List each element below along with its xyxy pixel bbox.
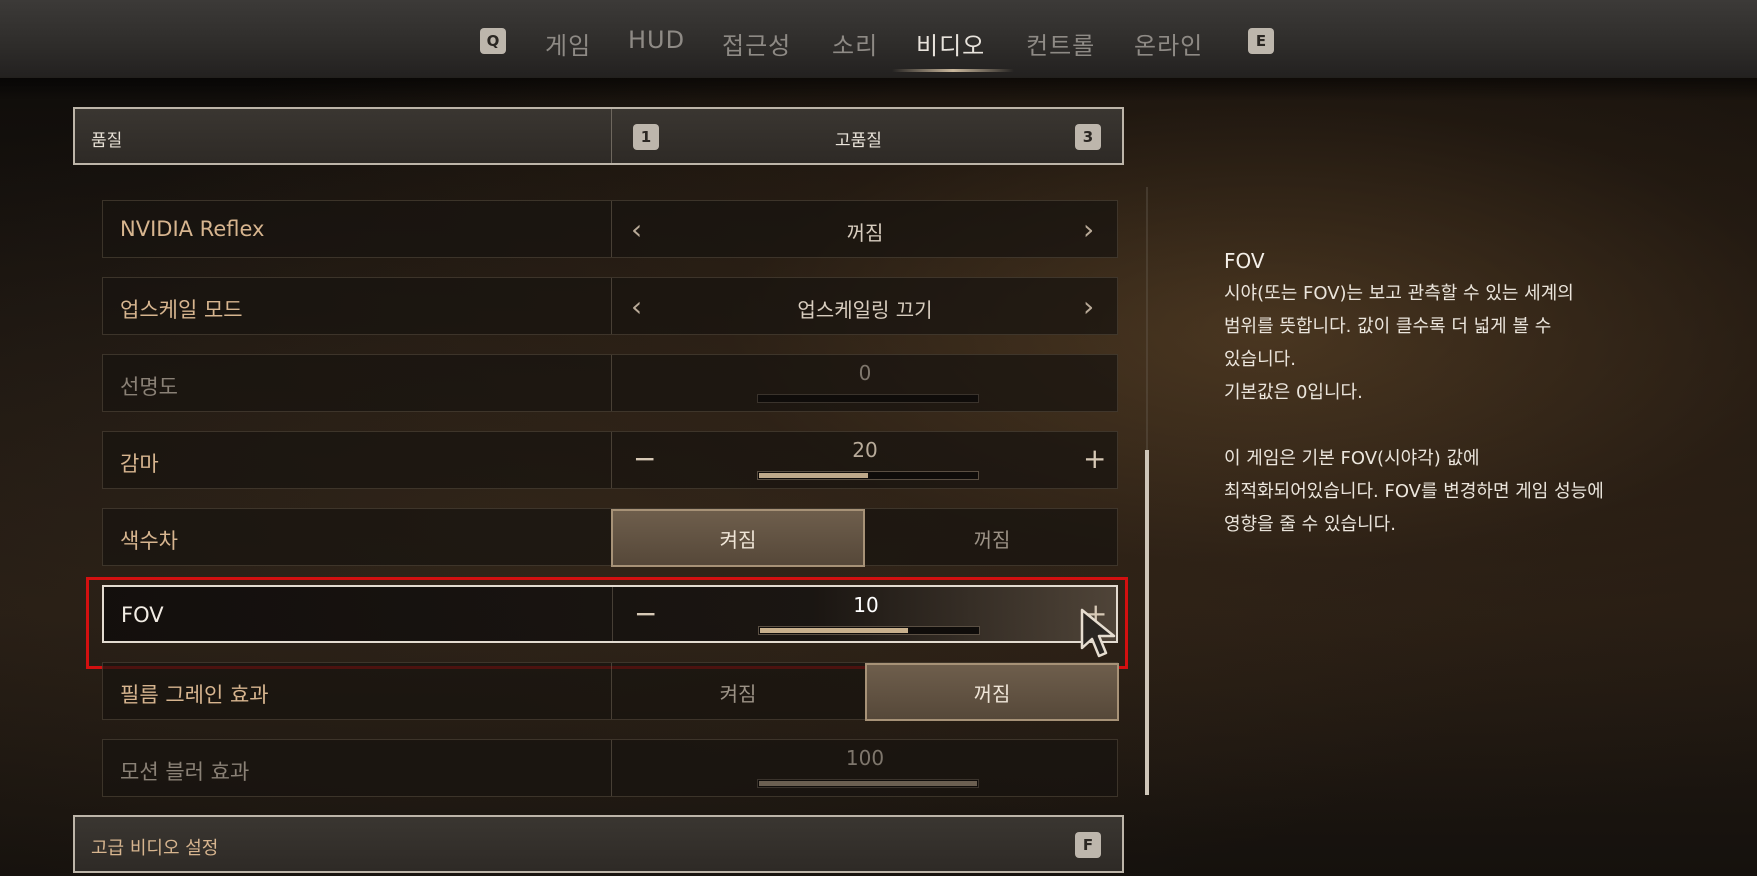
tab-strip: 게임 HUD 접근성 소리 비디오 컨트롤 온라인 xyxy=(0,26,1757,66)
setting-label: 필름 그레인 효과 xyxy=(120,683,269,707)
setting-row-nvidia-reflex[interactable]: NVIDIA Reflex ‹ 꺼짐 › xyxy=(102,200,1118,258)
tab-controls[interactable]: 컨트롤 xyxy=(1026,26,1095,61)
tab-game[interactable]: 게임 xyxy=(545,26,591,61)
description-paragraph-2: 이 게임은 기본 FOV(시야각) 값에 최적화되어있습니다. FOV를 변경하… xyxy=(1224,442,1694,541)
advanced-video-settings-bar[interactable]: 고급 비디오 설정 F xyxy=(73,815,1124,873)
slider-track xyxy=(757,779,979,788)
top-nav-bar: Q 게임 HUD 접근성 소리 비디오 컨트롤 온라인 E xyxy=(0,0,1757,101)
toggle-on-option[interactable]: 켜짐 xyxy=(611,663,865,721)
quality-increase-key[interactable]: 3 xyxy=(1075,124,1101,150)
chevron-right-icon[interactable]: › xyxy=(1083,213,1094,246)
setting-row-chromatic-aberration: 색수차 켜짐 꺼짐 xyxy=(102,508,1119,567)
slider-fill xyxy=(759,781,977,786)
setting-value: 꺼짐 xyxy=(846,221,884,245)
description-title: FOV xyxy=(1224,249,1265,273)
slider-value: 0 xyxy=(858,361,872,385)
advanced-settings-key-f[interactable]: F xyxy=(1075,832,1101,858)
setting-row-motion-blur: 모션 블러 효과 100 xyxy=(102,739,1118,797)
quality-preset-bar: 품질 1 고품질 3 xyxy=(73,107,1124,165)
chevron-right-icon[interactable]: › xyxy=(1083,290,1094,323)
slider-value: 20 xyxy=(852,438,878,462)
description-line: 시야(또는 FOV)는 보고 관측할 수 있는 세계의 xyxy=(1224,283,1574,304)
scrollbar-thumb[interactable] xyxy=(1145,450,1149,795)
quality-value: 고품질 xyxy=(835,131,882,151)
setting-value: 업스케일링 끄기 xyxy=(797,298,933,322)
toggle-off-option[interactable]: 꺼짐 xyxy=(865,509,1119,567)
setting-row-upscale-mode[interactable]: 업스케일 모드 ‹ 업스케일링 끄기 › xyxy=(102,277,1118,335)
setting-row-sharpness: 선명도 0 xyxy=(102,354,1118,412)
slider-fill xyxy=(759,473,868,478)
description-line: 기본값은 0입니다. xyxy=(1224,382,1363,403)
tab-online[interactable]: 온라인 xyxy=(1134,26,1203,61)
description-paragraph-1: 시야(또는 FOV)는 보고 관측할 수 있는 세계의 범위를 뜻합니다. 값이… xyxy=(1224,277,1694,409)
setting-description-panel: FOV 시야(또는 FOV)는 보고 관측할 수 있는 세계의 범위를 뜻합니다… xyxy=(1224,249,1694,541)
slider-track[interactable] xyxy=(757,471,979,480)
description-line: 영향을 줄 수 있습니다. xyxy=(1224,514,1396,535)
tab-sound[interactable]: 소리 xyxy=(832,26,878,61)
focus-highlight-box xyxy=(86,577,1128,669)
tab-hud[interactable]: HUD xyxy=(628,26,685,54)
advanced-video-settings-label: 고급 비디오 설정 xyxy=(91,838,219,859)
slider-track xyxy=(757,394,979,403)
tab-accessibility[interactable]: 접근성 xyxy=(722,26,791,61)
description-line: 있습니다. xyxy=(1224,349,1296,370)
description-line: 최적화되어있습니다. FOV를 변경하면 게임 성능에 xyxy=(1224,481,1604,502)
toggle-on-option[interactable]: 켜짐 xyxy=(611,509,865,567)
description-line: 범위를 뜻합니다. 값이 클수록 더 넓게 볼 수 xyxy=(1224,316,1552,337)
setting-label: 색수차 xyxy=(120,529,178,553)
toggle-off-option[interactable]: 꺼짐 xyxy=(865,663,1119,721)
setting-label: 선명도 xyxy=(120,375,178,399)
setting-label: 모션 블러 효과 xyxy=(120,760,250,784)
next-tab-key-e[interactable]: E xyxy=(1248,28,1274,54)
mouse-cursor-icon xyxy=(1080,608,1116,658)
setting-row-film-grain: 필름 그레인 효과 켜짐 꺼짐 xyxy=(102,662,1119,721)
setting-label: 업스케일 모드 xyxy=(120,298,243,322)
quality-decrease-key[interactable]: 1 xyxy=(633,124,659,150)
tab-video[interactable]: 비디오 xyxy=(916,26,985,61)
quality-divider xyxy=(611,109,612,163)
active-tab-underline xyxy=(892,69,1014,72)
slider-value: 100 xyxy=(845,746,885,770)
description-line: 이 게임은 기본 FOV(시야각) 값에 xyxy=(1224,448,1480,469)
setting-row-gamma[interactable]: 감마 − 20 + xyxy=(102,431,1118,489)
quality-label: 품질 xyxy=(91,131,123,151)
setting-label: 감마 xyxy=(120,452,159,476)
setting-label: NVIDIA Reflex xyxy=(120,217,265,241)
plus-icon[interactable]: + xyxy=(1083,442,1106,475)
